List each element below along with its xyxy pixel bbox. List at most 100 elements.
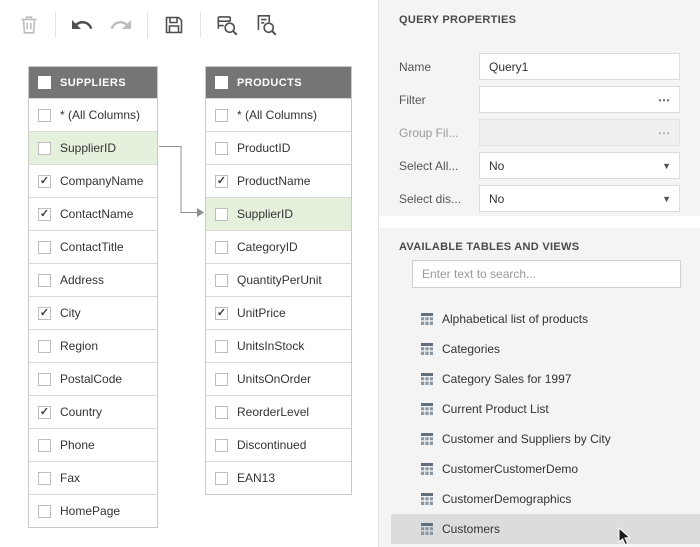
chevron-down-icon[interactable]: ▼ xyxy=(662,194,679,204)
column-label: UnitsInStock xyxy=(237,339,304,353)
column-checkbox[interactable] xyxy=(215,274,228,287)
column-checkbox[interactable] xyxy=(38,373,51,386)
delete-button[interactable] xyxy=(12,8,46,42)
column-row-postalcode[interactable]: PostalCode xyxy=(29,362,157,395)
table-title: PRODUCTS xyxy=(237,77,302,89)
select-all-dropdown[interactable]: No ▼ xyxy=(479,152,680,179)
tables-search-input[interactable] xyxy=(412,260,681,288)
column-label: UnitsOnOrder xyxy=(237,372,311,386)
table-select-all-checkbox[interactable] xyxy=(38,76,51,89)
query-name-input[interactable] xyxy=(480,54,679,79)
table-list-item-customer-and-suppliers-by-city[interactable]: Customer and Suppliers by City xyxy=(391,424,700,454)
column-row-reorderlevel[interactable]: ReorderLevel xyxy=(206,395,351,428)
column-row-unitprice[interactable]: UnitPrice xyxy=(206,296,351,329)
column-checkbox[interactable] xyxy=(215,208,228,221)
table-list-item-customerdemographics[interactable]: CustomerDemographics xyxy=(391,484,700,514)
table-list-item-customers[interactable]: Customers xyxy=(391,514,700,544)
column-row-supplierid[interactable]: SupplierID xyxy=(206,197,351,230)
column-label: Phone xyxy=(60,438,95,452)
column-label: HomePage xyxy=(60,504,120,518)
table-list-item-category-sales-for-1997[interactable]: Category Sales for 1997 xyxy=(391,364,700,394)
column-checkbox[interactable] xyxy=(38,109,51,122)
preview-data-button[interactable] xyxy=(249,8,283,42)
column-checkbox[interactable] xyxy=(215,373,228,386)
table-header-products[interactable]: PRODUCTS xyxy=(206,67,351,98)
column-row-companyname[interactable]: CompanyName xyxy=(29,164,157,197)
field-label: Select dis... xyxy=(399,192,479,206)
chevron-down-icon[interactable]: ▼ xyxy=(662,161,679,171)
column-checkbox[interactable] xyxy=(215,340,228,353)
column-row-homepage[interactable]: HomePage xyxy=(29,494,157,527)
column-checkbox[interactable] xyxy=(215,175,228,188)
column-row-supplierid[interactable]: SupplierID xyxy=(29,131,157,164)
column-label: CompanyName xyxy=(60,174,143,188)
query-design-surface: SUPPLIERS * (All Columns) SupplierID Compa… xyxy=(0,0,378,547)
table-grid-icon xyxy=(421,373,433,385)
column-checkbox[interactable] xyxy=(38,505,51,518)
table-header-suppliers[interactable]: SUPPLIERS xyxy=(29,67,157,98)
save-button[interactable] xyxy=(157,8,191,42)
table-item-label: CustomerCustomerDemo xyxy=(442,462,578,476)
column-checkbox[interactable] xyxy=(38,208,51,221)
table-columns: * (All Columns)ProductIDProductNameSuppl… xyxy=(206,98,351,494)
table-item-label: CustomerDemographics xyxy=(442,492,571,506)
column-row-all-columns[interactable]: * (All Columns) xyxy=(29,98,157,131)
table-select-all-checkbox[interactable] xyxy=(215,76,228,89)
column-row-ean13[interactable]: EAN13 xyxy=(206,461,351,494)
column-checkbox[interactable] xyxy=(38,142,51,155)
table-grid-icon xyxy=(421,493,433,505)
column-checkbox[interactable] xyxy=(38,175,51,188)
column-row-contacttitle[interactable]: ContactTitle xyxy=(29,230,157,263)
table-list-item-alphabetical-list-of-products[interactable]: Alphabetical list of products xyxy=(391,304,700,334)
column-checkbox[interactable] xyxy=(215,241,228,254)
toolbar xyxy=(12,8,283,42)
table-list-item-categories[interactable]: Categories xyxy=(391,334,700,364)
column-row-country[interactable]: Country xyxy=(29,395,157,428)
table-grid-icon xyxy=(421,403,433,415)
undo-button[interactable] xyxy=(65,8,99,42)
column-row-categoryid[interactable]: CategoryID xyxy=(206,230,351,263)
column-row-phone[interactable]: Phone xyxy=(29,428,157,461)
filter-field[interactable]: ⋯ xyxy=(479,86,680,113)
column-checkbox[interactable] xyxy=(38,406,51,419)
preview-results-button[interactable] xyxy=(210,8,244,42)
column-row-region[interactable]: Region xyxy=(29,329,157,362)
database-search-icon xyxy=(214,12,240,38)
field-row-select-distinct: Select dis... No ▼ xyxy=(399,182,680,215)
field-label: Name xyxy=(399,60,479,74)
column-row-all-columns[interactable]: * (All Columns) xyxy=(206,98,351,131)
column-checkbox[interactable] xyxy=(38,274,51,287)
column-checkbox[interactable] xyxy=(215,472,228,485)
column-row-productid[interactable]: ProductID xyxy=(206,131,351,164)
column-checkbox[interactable] xyxy=(215,109,228,122)
column-checkbox[interactable] xyxy=(215,406,228,419)
available-tables-section: AVAILABLE TABLES AND VIEWS Alphabetical … xyxy=(379,228,700,547)
table-grid-icon xyxy=(421,433,433,445)
column-label: QuantityPerUnit xyxy=(237,273,322,287)
column-label: ReorderLevel xyxy=(237,405,309,419)
table-list-item-customercustomerdemo[interactable]: CustomerCustomerDemo xyxy=(391,454,700,484)
column-row-quantityperunit[interactable]: QuantityPerUnit xyxy=(206,263,351,296)
column-checkbox[interactable] xyxy=(38,241,51,254)
ellipsis-button[interactable]: ⋯ xyxy=(650,95,679,105)
column-checkbox[interactable] xyxy=(215,142,228,155)
column-row-discontinued[interactable]: Discontinued xyxy=(206,428,351,461)
column-row-unitsonorder[interactable]: UnitsOnOrder xyxy=(206,362,351,395)
column-checkbox[interactable] xyxy=(215,439,228,452)
column-checkbox[interactable] xyxy=(38,340,51,353)
column-checkbox[interactable] xyxy=(38,439,51,452)
table-item-label: Current Product List xyxy=(442,402,549,416)
column-row-city[interactable]: City xyxy=(29,296,157,329)
column-row-unitsinstock[interactable]: UnitsInStock xyxy=(206,329,351,362)
column-checkbox[interactable] xyxy=(38,307,51,320)
select-distinct-dropdown[interactable]: No ▼ xyxy=(479,185,680,212)
table-list-item-current-product-list[interactable]: Current Product List xyxy=(391,394,700,424)
column-checkbox[interactable] xyxy=(38,472,51,485)
column-label: SupplierID xyxy=(60,141,116,155)
redo-button[interactable] xyxy=(104,8,138,42)
column-row-productname[interactable]: ProductName xyxy=(206,164,351,197)
column-row-address[interactable]: Address xyxy=(29,263,157,296)
column-row-contactname[interactable]: ContactName xyxy=(29,197,157,230)
column-checkbox[interactable] xyxy=(215,307,228,320)
column-row-fax[interactable]: Fax xyxy=(29,461,157,494)
